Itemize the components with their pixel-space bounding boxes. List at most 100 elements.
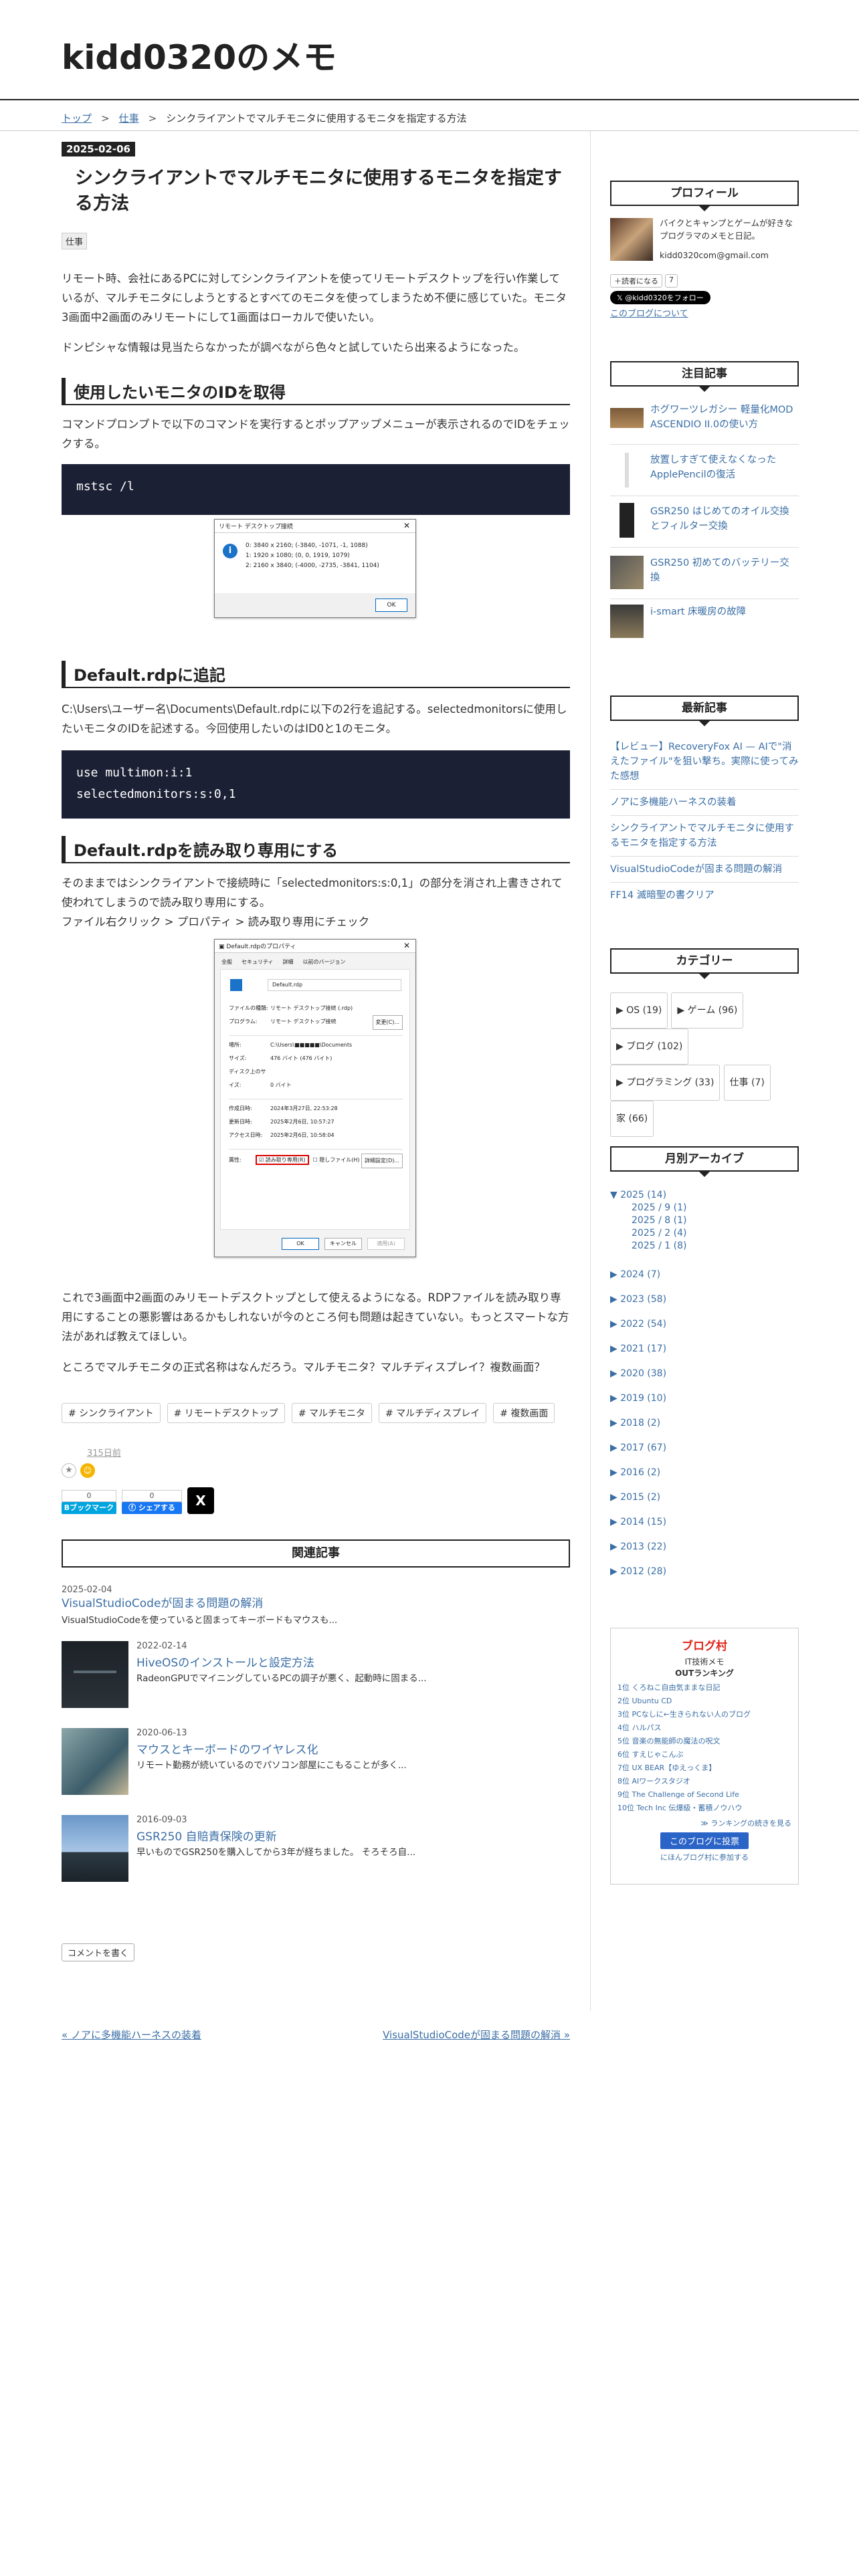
ranking-item[interactable]: 3位 PCなしに←生きられない人のブログ [617,1708,791,1721]
category-os[interactable]: ▶ OS (19) [610,992,668,1029]
archive-year[interactable]: ▶ 2016 (2) [610,1461,799,1485]
breadcrumb-category[interactable]: 仕事 [119,112,139,124]
ranking-item[interactable]: 8位 AIワークスタジオ [617,1775,791,1788]
tag-link[interactable]: # 複数画面 [493,1403,555,1423]
featured-thumbnail[interactable] [610,408,644,428]
featured-item[interactable]: GSR250 初めてのバッテリー交換 [610,548,799,599]
featured-link[interactable]: GSR250 初めてのバッテリー交換 [650,556,799,585]
tag-link[interactable]: # リモートデスクトップ [167,1403,285,1423]
archive-year[interactable]: ▶ 2015 (2) [610,1485,799,1510]
blogmura-join-link[interactable]: にほんブログ村に参加する [611,1852,798,1862]
recent-item[interactable]: VisualStudioCodeが固まる問題の解消 [610,857,799,882]
prev-entry-link[interactable]: « ノアに多機能ハーネスの装着 [62,2028,201,2042]
tag-link[interactable]: # マルチディスプレイ [379,1403,487,1423]
archive-month[interactable]: 2025 / 9 (1) [610,1202,799,1214]
related-title[interactable]: HiveOSのインストールと設定方法 [136,1653,314,1670]
ranking-item[interactable]: 4位 ハルパス [617,1721,791,1735]
related-thumbnail[interactable] [62,1815,128,1882]
entry-category[interactable]: 仕事 [62,233,88,249]
tab-general: 全般 [221,959,232,965]
archive-month[interactable]: 2025 / 8 (1) [610,1214,799,1227]
site-title[interactable]: kidd0320のメモ [62,31,337,79]
related-thumbnail[interactable] [62,1641,128,1708]
ranking-item[interactable]: 2位 Ubuntu CD [617,1695,791,1708]
featured-item[interactable]: 放置しすぎて使えなくなったApplePencilの復活 [610,445,799,496]
archive-year-open[interactable]: ▼ 2025 (14) [610,1189,799,1202]
tag-link[interactable]: # シンクライアント [62,1403,161,1423]
archive-year[interactable]: ▶ 2023 (58) [610,1287,799,1312]
entry-days-ago[interactable]: 315日前 [87,1446,121,1459]
blogmura-logo[interactable]: ブログ村 [611,1636,798,1653]
ranking-item[interactable]: 1位 くろねこ自由気ままな日記 [617,1681,791,1695]
archive-year[interactable]: ▶ 2024 (7) [610,1263,799,1287]
archive-year[interactable]: ▶ 2021 (17) [610,1337,799,1362]
recent-link[interactable]: 【レビュー】RecoveryFox AI — AIで"消えたファイル"を狙い撃ち… [610,742,798,782]
featured-thumbnail[interactable] [619,503,634,538]
featured-item[interactable]: ホグワーツレガシー 軽量化MOD ASCENDIO II.0の使い方 [610,403,799,444]
related-item[interactable]: 2022-02-14 HiveOSのインストールと設定方法 RadeonGPUで… [62,1641,570,1708]
featured-link[interactable]: 放置しすぎて使えなくなったApplePencilの復活 [650,453,799,482]
related-item[interactable]: 2016-09-03 GSR250 自賠責保険の更新 早いものでGSR250を購… [62,1815,570,1882]
featured-link[interactable]: GSR250 はじめてのオイル交換とフィルター交換 [650,504,799,534]
category-work[interactable]: 仕事 (7) [723,1065,771,1101]
ranking-item[interactable]: 10位 Tech Inc 伝爆級・蓄積ノウハウ [617,1802,791,1815]
tag-link[interactable]: # マルチモニタ [291,1403,372,1423]
recent-link[interactable]: VisualStudioCodeが固まる問題の解消 [610,864,782,875]
archive-year[interactable]: ▶ 2012 (28) [610,1560,799,1584]
breadcrumb-top[interactable]: トップ [62,112,92,124]
related-title[interactable]: マウスとキーボードのワイヤレス化 [136,1740,318,1757]
facebook-share-button[interactable]: 0 ⓕ シェアする [122,1490,182,1514]
entry-title[interactable]: シンクライアントでマルチモニタに使用するモニタを指定する方法 [75,166,563,217]
category-blog[interactable]: ▶ ブログ (102) [610,1029,689,1065]
ranking-item[interactable]: 5位 音楽の無能師の魔法の呪文 [617,1735,791,1748]
archive-year[interactable]: ▶ 2022 (54) [610,1312,799,1337]
related-item[interactable]: 2025-02-04 VisualStudioCodeが固まる問題の解消 Vis… [62,1585,570,1626]
subscribe-button[interactable]: ＋読者になる [610,274,662,288]
category-game[interactable]: ▶ ゲーム (96) [671,992,744,1029]
add-star-icon[interactable]: ★ [62,1463,76,1478]
archive-year[interactable]: ▶ 2013 (22) [610,1535,799,1560]
write-comment-button[interactable]: コメントを書く [62,1943,135,1961]
recent-item[interactable]: シンクライアントでマルチモニタに使用するモニタを指定する方法 [610,816,799,856]
featured-link[interactable]: ホグワーツレガシー 軽量化MOD ASCENDIO II.0の使い方 [650,403,799,432]
category-programming[interactable]: ▶ プログラミング (33) [610,1065,721,1101]
archive-year[interactable]: ▶ 2018 (2) [610,1411,799,1436]
ranking-item[interactable]: 9位 The Challenge of Second Life [617,1788,791,1802]
related-item[interactable]: 2020-06-13 マウスとキーボードのワイヤレス化 リモート勤務が続いている… [62,1728,570,1795]
hatena-bookmark-button[interactable]: 0 Bブックマーク [62,1490,116,1514]
archive-month[interactable]: 2025 / 2 (4) [610,1227,799,1240]
featured-thumbnail[interactable] [625,453,629,488]
entry-date[interactable]: 2025-02-06 [62,142,135,156]
recent-link[interactable]: FF14 滅暗聖の書クリア [610,890,714,901]
related-thumbnail[interactable] [62,1728,128,1795]
related-title[interactable]: VisualStudioCodeが固まる問題の解消 [62,1595,570,1612]
archive-month[interactable]: 2025 / 1 (8) [610,1240,799,1253]
category-home[interactable]: 家 (66) [610,1101,654,1137]
archive-year[interactable]: ▶ 2017 (67) [610,1436,799,1461]
featured-item[interactable]: i-smart 床暖房の故障 [610,599,799,639]
archive-year[interactable]: ▶ 2020 (38) [610,1362,799,1386]
about-blog-link[interactable]: このブログについて [610,306,688,319]
featured-link[interactable]: i-smart 床暖房の故障 [650,605,799,619]
x-follow-button[interactable]: 𝕏 @kidd0320をフォロー [610,291,710,304]
property-row: ファイルの種類: リモート デスクトップ接続 (.rdp) [229,1005,353,1011]
ranking-item[interactable]: 6位 すえじゃこんぶ [617,1748,791,1761]
ranking-more-link[interactable]: ≫ ランキングの続きを見る [611,1818,798,1828]
related-title[interactable]: GSR250 自賠責保険の更新 [136,1827,277,1844]
recent-item[interactable]: FF14 滅暗聖の書クリア [610,883,799,908]
ranking-item[interactable]: 7位 UX BEAR【ゆえっくま】 [617,1761,791,1775]
recent-link[interactable]: ノアに多機能ハーネスの装着 [610,797,737,808]
x-share-icon[interactable]: X [187,1487,214,1514]
featured-item[interactable]: GSR250 はじめてのオイル交換とフィルター交換 [610,496,799,547]
archive-year[interactable]: ▶ 2019 (10) [610,1386,799,1411]
recent-item[interactable]: ノアに多機能ハーネスの装着 [610,790,799,815]
next-entry-link[interactable]: VisualStudioCodeが固まる問題の解消 » [383,2028,570,2042]
archive-year[interactable]: ▶ 2014 (15) [610,1510,799,1535]
facebook-count: 0 [122,1490,182,1502]
recent-item[interactable]: 【レビュー】RecoveryFox AI — AIで"消えたファイル"を狙い撃ち… [610,736,799,789]
featured-thumbnail[interactable] [610,556,644,589]
featured-thumbnail[interactable] [610,605,644,638]
profile-avatar[interactable] [610,218,653,261]
recent-link[interactable]: シンクライアントでマルチモニタに使用するモニタを指定する方法 [610,823,794,849]
blogmura-vote-button[interactable]: このブログに投票 [660,1832,749,1849]
